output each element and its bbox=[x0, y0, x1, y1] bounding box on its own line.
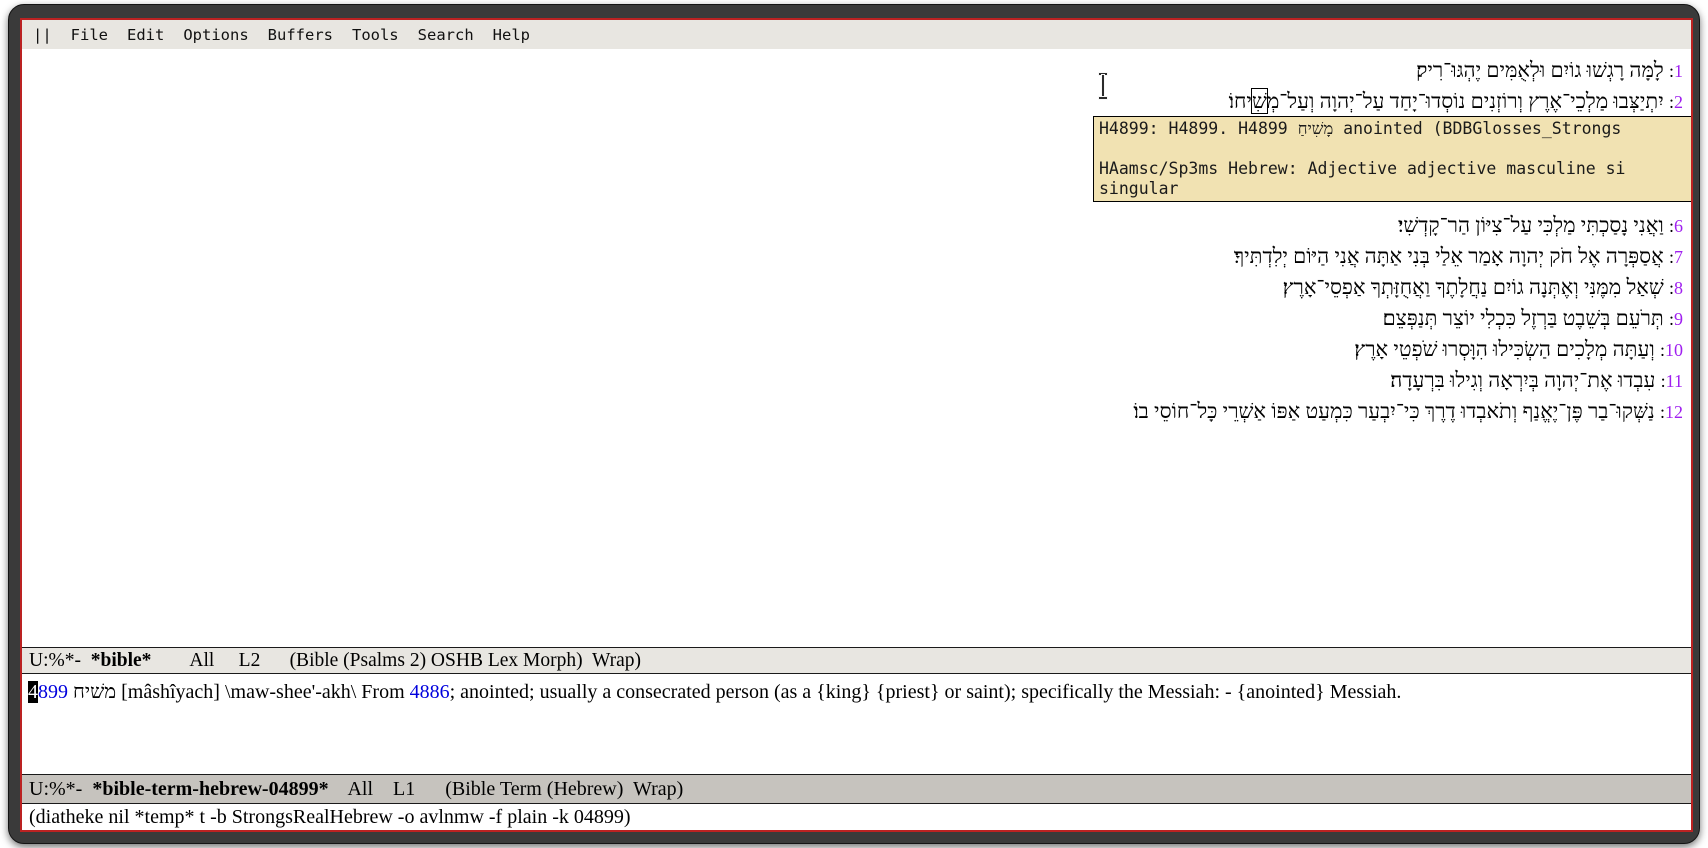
lexicon-entry: 4899 משׁיח [mâshîyach] \maw-shee'-akh\ F… bbox=[28, 678, 1681, 707]
menu-bar: || File Edit Options Buffers Tools Search Help bbox=[22, 20, 1691, 49]
verse-number: 6 bbox=[1674, 216, 1683, 236]
emacs-window: ||FileEditOptionsBuffersToolsSearchHelp … bbox=[20, 18, 1693, 832]
verse-9[interactable]: 9: תְּרֹעֵם בְּשֵׁבֶט בַּרְזֶל כִּכְלִי … bbox=[1383, 303, 1683, 334]
ibeam-mouse-pointer-icon bbox=[1098, 73, 1109, 99]
menu-item-buffers[interactable]: Buffers bbox=[268, 26, 333, 44]
minibuffer-text: (diatheke nil *temp* t -b StrongsRealHeb… bbox=[29, 806, 631, 829]
verse-number: 10 bbox=[1665, 340, 1683, 360]
verse-number: 11 bbox=[1666, 371, 1683, 391]
verse-10[interactable]: 10: וְעַתָּה מְלָכִים הַשְׂכִּילוּ הִוָּ… bbox=[1354, 334, 1683, 365]
menu-item-options[interactable]: Options bbox=[183, 26, 248, 44]
verse-number: 8 bbox=[1674, 278, 1683, 298]
modeline-term-segment: All L1 (Bible Term (Hebrew) Wrap) bbox=[329, 778, 684, 801]
modeline-bible[interactable]: U:%*- *bible* All L2 (Bible (Psalms 2) O… bbox=[22, 647, 1691, 674]
menu-item-tools[interactable]: Tools bbox=[352, 26, 399, 44]
modeline-bible-segment: U:%*- bbox=[29, 650, 91, 672]
verse-11[interactable]: 11: עִבְדוּ אֶת־יְהוָה בְּיִרְאָה וְגִיל… bbox=[1390, 365, 1683, 396]
modeline-term-segment: U:%*- bbox=[29, 778, 92, 801]
menu-item-pipes[interactable]: || bbox=[33, 26, 52, 44]
verse-1[interactable]: 1: לָמָּה רָגְשׁוּ גוֹיִם וּלְאֻמִּים יֶ… bbox=[1416, 55, 1683, 86]
lexicon-segment: משׁיח [mâshîyach] \maw-shee'-akh\ From bbox=[68, 681, 410, 703]
lexicon-buffer[interactable]: 4899 משׁיח [mâshîyach] \maw-shee'-akh\ F… bbox=[22, 674, 1691, 774]
menu-item-help[interactable]: Help bbox=[493, 26, 530, 44]
verse-12[interactable]: 12: נַשְּׁקוּ־בַר פֶּן־יֶאֱנַף וְתֹאבְדו… bbox=[1133, 396, 1683, 427]
verse-6[interactable]: 6: וַאֲנִי נָסַכְתִּי מַלְכִּי עַל־צִיּו… bbox=[1398, 210, 1683, 241]
lexicon-segment: ; anointed; usually a consecrated person… bbox=[450, 681, 1402, 703]
minibuffer[interactable]: (diatheke nil *temp* t -b StrongsRealHeb… bbox=[22, 804, 1691, 830]
verse-2[interactable]: 2: יִתְיַצְּבוּ מַלְכֵי־אֶרֶץ וְרוֹזְנִי… bbox=[1229, 86, 1683, 117]
verse-number: 7 bbox=[1674, 247, 1683, 267]
tooltip-line: H4899: H4899. H4899 מָשִׁיחַ anointed (B… bbox=[1099, 119, 1691, 139]
verse-number: 9 bbox=[1674, 309, 1683, 329]
bible-buffer[interactable]: H4899: H4899. H4899 מָשִׁיחַ anointed (B… bbox=[22, 49, 1691, 647]
modeline-bible-term-hebrew[interactable]: U:%*- *bible-term-hebrew-04899* All L1 (… bbox=[22, 774, 1691, 804]
strongs-tooltip: H4899: H4899. H4899 מָשִׁיחַ anointed (B… bbox=[1093, 116, 1691, 202]
lexicon-segment-link[interactable]: 4886 bbox=[410, 681, 450, 703]
hollow-text-cursor: שִׁ bbox=[1252, 89, 1267, 113]
verse-number: 12 bbox=[1665, 402, 1683, 422]
tooltip-line: singular bbox=[1099, 179, 1691, 199]
lexicon-segment-block-cursor: 4 bbox=[28, 681, 38, 703]
menu-item-file[interactable]: File bbox=[71, 26, 108, 44]
modeline-bible-segment: All L2 (Bible (Psalms 2) OSHB Lex Morph)… bbox=[151, 650, 641, 672]
lexicon-segment-link[interactable]: 899 bbox=[38, 681, 68, 703]
verse-number: 2 bbox=[1674, 92, 1683, 112]
menu-item-edit[interactable]: Edit bbox=[127, 26, 164, 44]
verse-7[interactable]: 7: אֲסַפְּרָה אֶל חֹק יְהוָה אָמַר אֵלַי… bbox=[1234, 241, 1683, 272]
tooltip-line bbox=[1099, 139, 1691, 159]
tooltip-line: HAamsc/Sp3ms Hebrew: Adjective adjective… bbox=[1099, 159, 1691, 179]
modeline-term-segment: *bible-term-hebrew-04899* bbox=[92, 778, 328, 801]
menu-item-search[interactable]: Search bbox=[418, 26, 474, 44]
screen: ||FileEditOptionsBuffersToolsSearchHelp … bbox=[0, 0, 1708, 848]
verse-8[interactable]: 8: שְׁאַל מִמֶּנִּי וְאֶתְּנָה גוֹיִם נַ… bbox=[1283, 272, 1683, 303]
verse-number: 1 bbox=[1674, 61, 1683, 81]
modeline-bible-segment: *bible* bbox=[91, 650, 152, 672]
